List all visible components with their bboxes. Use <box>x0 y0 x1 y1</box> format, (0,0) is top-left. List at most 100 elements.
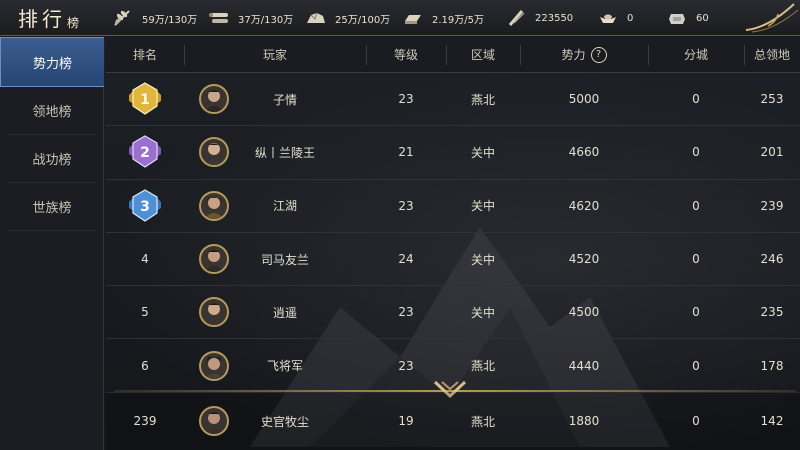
avatar[interactable] <box>199 137 229 168</box>
purple-medal-icon: 2 <box>129 135 161 169</box>
sidebar-item-label: 领地榜 <box>32 105 72 120</box>
sidebar-item-power-ranking[interactable]: 势力榜 <box>0 37 104 87</box>
total-land-cell: 253 <box>760 92 784 107</box>
player-cell: 司马友兰 <box>184 233 366 285</box>
resource-decree-value: 223550 <box>535 12 574 24</box>
decree-icon <box>508 10 525 26</box>
region-cell: 燕北 <box>470 92 495 107</box>
player-cell: 史官牧尘 <box>184 392 366 450</box>
total-land-cell: 178 <box>760 358 784 373</box>
total-land-cell: 246 <box>760 252 784 267</box>
table-row[interactable]: 3 江湖 23 关中 4620 0 239 <box>106 180 800 233</box>
avatar[interactable] <box>199 244 229 275</box>
wood-icon <box>209 13 228 23</box>
resource-iron-value: 2.19万/5万 <box>432 14 484 26</box>
resource-silver-ingot-value: 60 <box>696 12 709 24</box>
header-power: 势力 ? <box>520 37 648 73</box>
sub-cities-cell: 0 <box>692 358 700 373</box>
page-title-suffix: 榜 <box>67 16 80 30</box>
table-row[interactable]: 1 子情 23 燕北 5000 0 253 <box>106 73 800 127</box>
header-power-label: 势力 <box>561 48 586 62</box>
level-cell: 23 <box>398 198 414 213</box>
power-cell: 4620 <box>568 198 600 213</box>
rank-cell: 6 <box>141 358 149 373</box>
player-name: 司马友兰 <box>260 252 309 267</box>
table-row[interactable]: 4 司马友兰 24 关中 4520 0 246 <box>106 233 800 287</box>
resource-iron: 2.19万/5万 <box>402 0 484 36</box>
avatar[interactable] <box>199 84 229 115</box>
rank-cell: 5 <box>141 305 149 320</box>
gold-medal-icon: 1 <box>129 82 161 115</box>
table-row[interactable]: 2 纵丨兰陵王 21 关中 4660 0 201 <box>106 126 800 180</box>
total-land-cell: 235 <box>760 305 784 320</box>
resource-wood: 37万/130万 <box>208 0 293 36</box>
header-level: 等级 <box>366 37 446 73</box>
main-panel: 势力榜 领地榜 战功榜 世族榜 排名 玩家 等级 区域 势力 ? 分城 总领地 <box>0 37 800 450</box>
level-cell: 24 <box>398 252 414 267</box>
player-cell: 逍遥 <box>184 286 366 338</box>
self-ranking-row[interactable]: 239 史官牧尘 19 燕北 1880 0 142 <box>106 392 800 450</box>
sidebar-item-label: 世族榜 <box>32 201 72 216</box>
stone-icon <box>307 12 325 23</box>
rank-cell: 3 <box>106 180 184 232</box>
resource-silver-ingot: 60 <box>666 0 709 36</box>
close-ornament-icon[interactable] <box>738 0 800 36</box>
total-land-cell: 239 <box>760 198 784 213</box>
sub-cities-cell: 0 <box>692 414 700 428</box>
header-total-land: 总领地 <box>744 37 800 73</box>
region-cell: 关中 <box>470 305 495 320</box>
level-cell: 23 <box>398 92 414 107</box>
gold-ingot-icon <box>600 14 616 23</box>
resource-wood-value: 37万/130万 <box>238 14 294 26</box>
player-name: 逍遥 <box>272 305 297 320</box>
table-row[interactable]: 5 逍遥 23 关中 4500 0 235 <box>106 286 800 340</box>
region-cell: 关中 <box>470 199 495 214</box>
resource-gold-ingot-value: 0 <box>627 12 634 24</box>
header-region: 区域 <box>446 37 520 73</box>
resource-stone: 25万/100万 <box>305 0 390 36</box>
resource-stone-value: 25万/100万 <box>335 14 391 26</box>
blue-medal-icon: 3 <box>129 189 161 222</box>
player-cell: 飞将军 <box>184 339 366 391</box>
help-icon[interactable]: ? <box>590 46 607 63</box>
sub-cities-cell: 0 <box>692 198 700 213</box>
iron-icon <box>405 15 421 24</box>
avatar[interactable] <box>199 350 229 381</box>
avatar[interactable] <box>199 190 229 221</box>
region-cell: 燕北 <box>470 414 495 429</box>
power-cell: 4660 <box>568 145 600 160</box>
sidebar-item-label: 势力榜 <box>32 56 72 72</box>
resource-grain-value: 59万/130万 <box>142 14 198 26</box>
silver-ingot-icon <box>669 14 685 24</box>
level-cell: 19 <box>398 414 414 428</box>
power-cell: 4440 <box>568 358 600 373</box>
rank-cell: 1 <box>106 73 184 125</box>
header-rank: 排名 <box>132 48 157 62</box>
grain-icon <box>114 10 130 26</box>
region-cell: 关中 <box>470 252 495 267</box>
resource-grain: 59万/130万 <box>112 0 197 36</box>
player-cell: 纵丨兰陵王 <box>184 126 366 178</box>
page-title-main: 排行 <box>18 7 66 31</box>
power-cell: 5000 <box>568 92 600 107</box>
sidebar-item-territory-ranking[interactable]: 领地榜 <box>9 87 95 135</box>
sub-cities-cell: 0 <box>692 305 700 320</box>
player-name: 子情 <box>272 92 297 107</box>
medal-rank-text: 3 <box>140 199 150 215</box>
rank-cell: 4 <box>141 252 149 267</box>
sidebar-item-merit-ranking[interactable]: 战功榜 <box>9 135 95 183</box>
rank-cell: 2 <box>106 126 184 178</box>
rank-cell: 239 <box>133 414 157 428</box>
sidebar-item-label: 战功榜 <box>32 153 72 168</box>
level-cell: 23 <box>398 305 414 320</box>
player-name: 纵丨兰陵王 <box>254 145 315 160</box>
player-name: 江湖 <box>272 199 297 214</box>
region-cell: 关中 <box>470 145 495 160</box>
avatar[interactable] <box>199 406 229 436</box>
ranking-table: 排名 玩家 等级 区域 势力 ? 分城 总领地 1 子情 23 燕北 5000 … <box>106 37 800 393</box>
total-land-cell: 142 <box>760 414 784 428</box>
total-land-cell: 201 <box>760 145 784 160</box>
sidebar: 势力榜 领地榜 战功榜 世族榜 <box>0 37 104 450</box>
sidebar-item-clan-ranking[interactable]: 世族榜 <box>9 183 95 231</box>
avatar[interactable] <box>199 297 229 328</box>
